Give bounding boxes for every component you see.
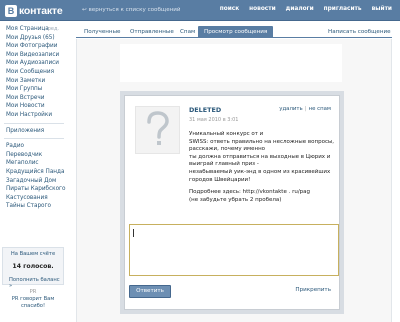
- nav-dialogs[interactable]: диалоги: [286, 6, 314, 12]
- edit-link[interactable]: ред.: [48, 25, 59, 34]
- reply-button[interactable]: Ответить: [129, 285, 171, 298]
- app-link[interactable]: Переводчик: [0, 151, 68, 160]
- message-panel: DELETED 31 мая 2010 в 3:01 удалить | не сп…: [120, 91, 344, 314]
- ad-block[interactable]: PR PR говорит Вам спасибо!: [2, 289, 64, 319]
- reply-textarea[interactable]: [129, 224, 339, 276]
- tab-sent[interactable]: Отправленные: [130, 26, 174, 38]
- not-spam-link[interactable]: не спам: [309, 106, 331, 112]
- sidebar-item-apps[interactable]: Приложения: [0, 127, 68, 136]
- message-card: DELETED 31 мая 2010 в 3:01 удалить | не сп…: [124, 95, 340, 310]
- nav-news[interactable]: новости: [249, 6, 276, 12]
- message-date: 31 мая 2010 в 3:01: [189, 117, 239, 123]
- body-line: незабываемый уик-энд в одном из красивей…: [189, 168, 331, 175]
- message-actions: удалить | не спам: [279, 106, 331, 112]
- top-header: B контакте ↩ вернуться к списку сообщени…: [0, 0, 400, 21]
- ad-label: PR: [29, 289, 37, 295]
- message-tabs: Полученные Отправленные Спам Просмотр со…: [76, 26, 392, 38]
- tab-spam[interactable]: Спам: [180, 26, 195, 38]
- sender-name[interactable]: DELETED: [189, 106, 221, 114]
- sidebar-item-label: Моя Страница: [6, 26, 49, 32]
- tab-view-message[interactable]: Просмотр сообщения: [198, 26, 274, 38]
- back-to-messages-link[interactable]: ↩ вернуться к списку сообщений: [82, 7, 181, 13]
- body-line: расскажи, почему именно: [189, 146, 266, 153]
- ad-banner-placeholder: [120, 44, 342, 82]
- balance-box: На Вашем счёте 14 голосов. Пополнить бал…: [2, 247, 64, 289]
- sidebar-item-groups[interactable]: Мои Группы: [0, 85, 68, 94]
- body-line: SWISS: ответь правильно на несложные воп…: [189, 138, 335, 145]
- avatar[interactable]: [135, 106, 180, 154]
- divider: [4, 122, 64, 124]
- app-link[interactable]: Пираты Карибского: [0, 185, 68, 194]
- app-link[interactable]: Тайны Старого: [0, 202, 68, 211]
- app-link[interactable]: Мегаполис: [0, 159, 68, 168]
- body-line: выиграй главный приз -: [189, 161, 259, 168]
- divider: [4, 138, 64, 140]
- sidebar-item-friends[interactable]: Мои Друзья (65): [0, 34, 68, 43]
- nav-invite[interactable]: пригласить: [324, 6, 362, 12]
- nav-search[interactable]: поиск: [220, 6, 239, 12]
- tab-received[interactable]: Полученные: [84, 26, 120, 38]
- ad-text[interactable]: PR говорит Вам спасибо!: [2, 296, 64, 310]
- sidebar-item-my-page[interactable]: Моя Страница ред.: [0, 25, 68, 34]
- logo[interactable]: B контакте: [5, 4, 63, 17]
- text-caret: [133, 229, 134, 237]
- sidebar-item-events[interactable]: Мои Встречи: [0, 94, 68, 103]
- sidebar-item-videos[interactable]: Мои Видеозаписи: [0, 51, 68, 60]
- delete-link[interactable]: удалить: [279, 106, 303, 112]
- balance-title: На Вашем счёте: [10, 251, 56, 257]
- body-line: городов Швейцарии!: [189, 176, 251, 183]
- balance-amount: 14 голосов.: [12, 263, 54, 270]
- logo-text: контакте: [19, 4, 63, 17]
- app-link[interactable]: Кастусования: [0, 194, 68, 203]
- top-up-balance-link[interactable]: Пополнить баланс »: [3, 277, 63, 289]
- sidebar-item-settings[interactable]: Мои Настройки: [0, 111, 68, 120]
- logo-badge: B: [5, 4, 17, 17]
- attach-link[interactable]: Прикрепить: [295, 287, 331, 293]
- app-link[interactable]: Загадочный Дом: [0, 177, 68, 186]
- app-link[interactable]: Радио: [0, 142, 68, 151]
- message-body: Уникальный конкурс от и SWISS: ответь пр…: [189, 131, 339, 204]
- body-link-line[interactable]: Подробнее здесь: http://vkontakte . ru/p…: [189, 189, 339, 197]
- body-line: Уникальный конкурс от и: [189, 131, 264, 137]
- question-mark-icon: [146, 111, 169, 145]
- body-line: (не забудьте убрать 2 пробела): [189, 196, 282, 203]
- sidebar-item-news[interactable]: Мои Новости: [0, 102, 68, 111]
- sidebar-item-messages[interactable]: Мои Сообщения: [0, 68, 68, 77]
- nav-logout[interactable]: выйти: [372, 6, 392, 12]
- tab-write-message[interactable]: Написать сообщение: [328, 26, 391, 38]
- app-link[interactable]: Крадущийся Панда: [0, 168, 68, 177]
- sidebar-item-audio[interactable]: Мои Аудиозаписи: [0, 59, 68, 68]
- top-nav: поиск новости диалоги пригласить выйти: [210, 6, 392, 12]
- sidebar-item-photos[interactable]: Мои Фотографии: [0, 42, 68, 51]
- sidebar-item-notes[interactable]: Мои Заметки: [0, 77, 68, 86]
- page: B контакте ↩ вернуться к списку сообщени…: [0, 0, 400, 322]
